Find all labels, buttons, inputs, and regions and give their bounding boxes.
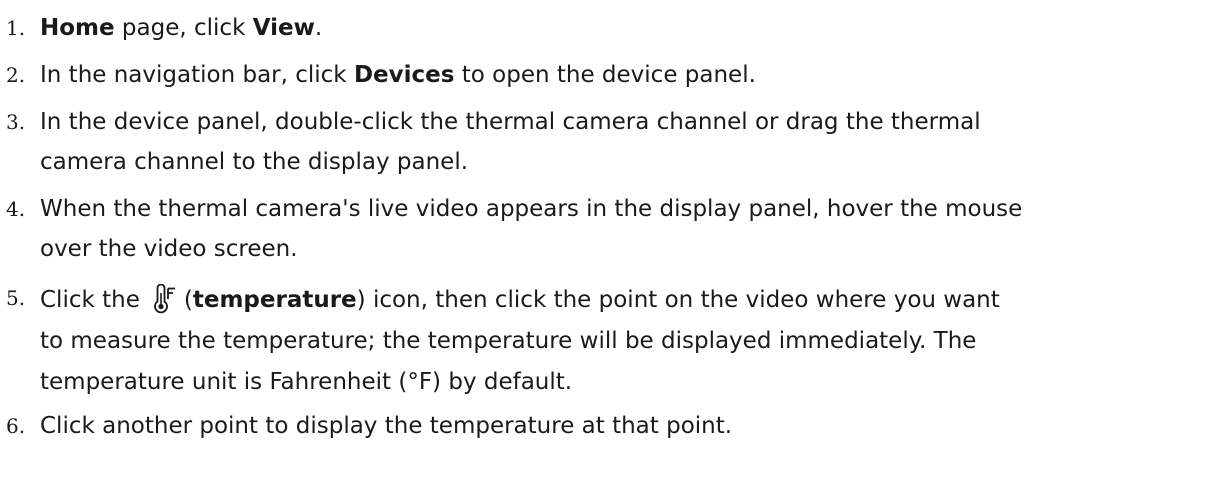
- temperature-label: temperature: [192, 287, 357, 313]
- step-text-line-3: temperature unit is Fahrenheit (°F) by d…: [40, 369, 573, 395]
- step-number: 3.: [6, 110, 26, 134]
- step-text: Home page, click View.: [40, 15, 323, 41]
- step-text: In the navigation bar, click Devices to …: [40, 62, 756, 88]
- instruction-steps: 1. Home page, click View. 2. In the navi…: [0, 0, 1206, 479]
- step-number: 2.: [6, 63, 26, 87]
- step-number: 4.: [6, 197, 26, 221]
- step-number: 1.: [6, 16, 26, 40]
- step-number: 6.: [6, 414, 26, 438]
- step-text-line-1: In the device panel, double-click the th…: [40, 109, 981, 135]
- home-label: Home: [40, 15, 115, 41]
- step-number: 5.: [6, 286, 26, 310]
- step-text: Click another point to display the tempe…: [40, 413, 733, 439]
- step-text-line-2: camera channel to the display panel.: [40, 149, 469, 175]
- view-label: View: [252, 15, 315, 41]
- step-text-line-2: to measure the temperature; the temperat…: [40, 328, 977, 354]
- devices-label: Devices: [353, 62, 455, 88]
- thermometer-icon: [152, 283, 178, 314]
- step-text-line-2: over the video screen.: [40, 236, 298, 262]
- step-text-line-1: When the thermal camera's live video app…: [40, 196, 1023, 222]
- step-text-line-1: Click the (temperature) icon, then click…: [40, 283, 1000, 314]
